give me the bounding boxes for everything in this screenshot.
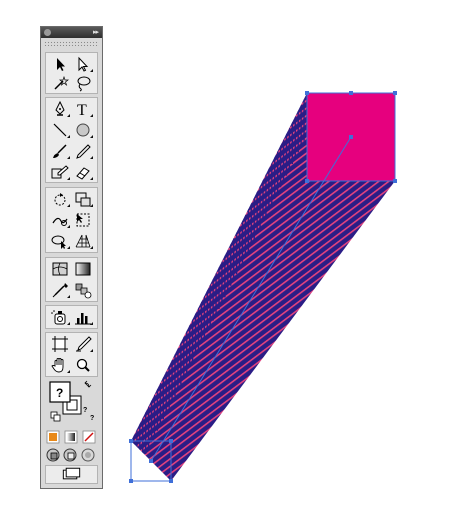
anchor-point-handle[interactable]	[305, 179, 309, 183]
artboard-canvas[interactable]	[0, 0, 449, 516]
anchor-point-handle[interactable]	[305, 91, 309, 95]
extruded-shape[interactable]	[131, 93, 395, 483]
anchor-point-handle[interactable]	[349, 135, 353, 139]
anchor-point-handle[interactable]	[169, 479, 173, 483]
blend-spine-path	[150, 136, 352, 462]
anchor-point-handle[interactable]	[393, 91, 397, 95]
anchor-point-handle[interactable]	[169, 439, 173, 443]
anchor-point-handle[interactable]	[129, 439, 133, 443]
anchor-point-handle[interactable]	[129, 479, 133, 483]
anchor-point-handle[interactable]	[149, 459, 153, 463]
anchor-point-handle[interactable]	[393, 179, 397, 183]
anchor-point-handle[interactable]	[349, 91, 353, 95]
